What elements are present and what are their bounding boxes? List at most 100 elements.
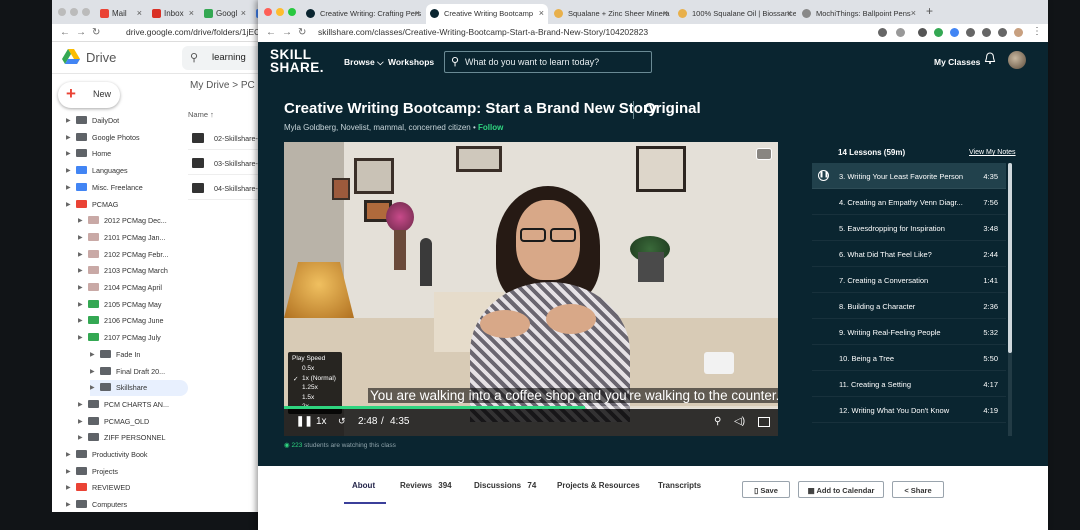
browser-tab[interactable]: 100% Squalane Oil | Biossance × — [674, 4, 796, 24]
tree-item[interactable]: ▶ Home — [66, 146, 176, 162]
new-button[interactable]: + New — [58, 82, 120, 108]
close-tab-icon[interactable]: × — [137, 8, 142, 18]
lesson-item[interactable]: 11. Creating a Setting 4:17 — [812, 371, 1006, 397]
location-pin-icon[interactable]: ⚲ — [714, 416, 721, 427]
name-column-header[interactable]: Name ↑ — [188, 110, 214, 119]
caret-right-icon[interactable]: ▶ — [78, 217, 83, 224]
reading-list-icon[interactable] — [998, 28, 1007, 37]
tree-item[interactable]: ▶ Productivity Book — [66, 447, 176, 463]
bell-icon[interactable] — [984, 52, 996, 68]
caret-right-icon[interactable]: ▶ — [78, 267, 83, 274]
lesson-item[interactable]: 12. Writing What You Don't Know 4:19 — [812, 397, 1006, 423]
tab-projects[interactable]: Projects & Resources — [557, 481, 640, 490]
share-button[interactable]: < Share — [892, 481, 944, 498]
volume-icon[interactable]: ◁) — [734, 416, 745, 427]
video-player[interactable]: You are walking into a coffee shop and y… — [284, 142, 778, 436]
rewind-icon[interactable]: ↺ — [338, 416, 346, 427]
breadcrumb[interactable]: My Drive > PC — [190, 80, 255, 91]
browser-tab[interactable]: Creative Writing Bootcamp × — [426, 4, 548, 24]
caret-right-icon[interactable]: ▶ — [78, 301, 83, 308]
drive-tab[interactable]: Inbox × — [148, 4, 198, 24]
pause-icon[interactable]: ❚❚ — [296, 416, 313, 427]
caret-right-icon[interactable]: ▶ — [66, 150, 71, 157]
bookmark-star-icon[interactable] — [896, 28, 905, 37]
tree-item[interactable]: ▶ 2012 PCMag Dec... — [78, 213, 182, 229]
tree-item[interactable]: ▶ REVIEWED — [66, 480, 176, 496]
reload-icon[interactable]: ↻ — [298, 27, 306, 38]
caret-right-icon[interactable]: ▶ — [78, 234, 83, 241]
tab-about[interactable]: About — [352, 481, 375, 490]
caret-right-icon[interactable]: ▶ — [78, 434, 83, 441]
tree-item[interactable]: ▶ 2102 PCMag Febr... — [78, 247, 182, 263]
file-row[interactable]: 02-Skillshare- — [188, 126, 268, 150]
browser-tab[interactable]: Creative Writing: Crafting Pers × — [302, 4, 424, 24]
minimize-window-dot[interactable] — [276, 8, 284, 16]
drive-tab[interactable]: Mail × — [96, 4, 146, 24]
lesson-item[interactable]: 10. Being a Tree 5:50 — [812, 345, 1006, 371]
tree-item[interactable]: ▶ 2101 PCMag Jan... — [78, 230, 182, 246]
close-window-dot[interactable] — [264, 8, 272, 16]
profile-avatar[interactable] — [1014, 28, 1023, 37]
back-icon[interactable]: ← — [60, 27, 70, 38]
drive-url[interactable]: drive.google.com/drive/folders/1jECgN — [126, 27, 271, 37]
close-tab-icon[interactable]: × — [539, 8, 544, 18]
tree-item[interactable]: ▶ PCM CHARTS AN... — [78, 397, 182, 413]
lesson-item[interactable]: 9. Writing Real-Feeling People 5:32 — [812, 319, 1006, 345]
close-tab-icon[interactable]: × — [787, 8, 792, 18]
tree-item[interactable]: ▶ 2106 PCMag June — [78, 313, 182, 329]
lesson-item[interactable]: 6. What Did That Feel Like? 2:44 — [812, 241, 1006, 267]
tree-item[interactable]: ▶ 2103 PCMag March — [78, 263, 182, 279]
tree-item[interactable]: ▶ Final Draft 20... — [90, 364, 188, 380]
tree-item[interactable]: ▶ 2105 PCMag May — [78, 297, 182, 313]
save-button[interactable]: ▯ Save — [742, 481, 790, 498]
tree-item[interactable]: ▶ ZIFF PERSONNEL — [78, 430, 182, 446]
more-menu-icon[interactable]: ⋮ — [1032, 26, 1042, 37]
speed-option[interactable]: ✓ 1x (Normal) — [293, 375, 336, 383]
browse-menu[interactable]: Browse ⌵ — [344, 57, 384, 68]
speed-button[interactable]: 1x — [316, 416, 327, 427]
tree-item[interactable]: ▶ Languages — [66, 163, 176, 179]
caret-right-icon[interactable]: ▶ — [90, 368, 95, 375]
tab-discussions[interactable]: Discussions 74 — [474, 481, 536, 490]
speed-option[interactable]: 1.25x — [302, 384, 318, 391]
tab-reviews[interactable]: Reviews 394 — [400, 481, 452, 490]
lesson-item[interactable]: 7. Creating a Conversation 1:41 — [812, 267, 1006, 293]
caret-right-icon[interactable]: ▶ — [78, 418, 83, 425]
tree-item[interactable]: ▶ 2104 PCMag April — [78, 280, 182, 296]
teacher-name[interactable]: Myla Goldberg, Novelist, mammal, concern… — [284, 123, 471, 132]
tree-item[interactable]: ▶ Projects — [66, 464, 176, 480]
my-classes-link[interactable]: My Classes — [934, 57, 980, 67]
close-tab-icon[interactable]: × — [415, 8, 420, 18]
tree-item[interactable]: ▶ PCMAG_OLD — [78, 414, 182, 430]
caret-right-icon[interactable]: ▶ — [66, 184, 71, 191]
close-tab-icon[interactable]: × — [241, 8, 246, 18]
lesson-item[interactable]: 5. Eavesdropping for Inspiration 3:48 — [812, 215, 1006, 241]
maximize-window-dot[interactable] — [288, 8, 296, 16]
caret-right-icon[interactable]: ▶ — [66, 134, 71, 141]
user-avatar[interactable] — [1008, 51, 1026, 69]
caret-right-icon[interactable]: ▶ — [78, 317, 83, 324]
tree-item[interactable]: ▶ 2107 PCMag July — [78, 330, 182, 346]
caret-right-icon[interactable]: ▶ — [78, 284, 83, 291]
caret-right-icon[interactable]: ▶ — [66, 117, 71, 124]
skillshare-logo[interactable]: SKILL SHARE. — [270, 48, 324, 75]
puzzle-icon[interactable] — [982, 28, 991, 37]
caret-right-icon[interactable]: ▶ — [78, 251, 83, 258]
extension-icon[interactable] — [878, 28, 887, 37]
view-notes-link[interactable]: View My Notes — [969, 149, 1016, 156]
file-row[interactable]: 03-Skillshare- — [188, 151, 268, 175]
extension-icon[interactable] — [966, 28, 975, 37]
tree-item[interactable]: ▶ Misc. Freelance — [66, 180, 176, 196]
tree-item[interactable]: ▶ PCMAG — [66, 197, 176, 213]
tree-item[interactable]: ▶ Fade In — [90, 347, 188, 363]
lesson-item[interactable]: 8. Building a Character 2:36 — [812, 293, 1006, 319]
picture-in-picture-icon[interactable] — [756, 148, 772, 160]
lesson-item[interactable]: 4. Creating an Empathy Venn Diagr... 7:56 — [812, 189, 1006, 215]
close-tab-icon[interactable]: × — [911, 8, 916, 18]
caret-right-icon[interactable]: ▶ — [90, 384, 95, 391]
add-to-calendar-button[interactable]: ▦ Add to Calendar — [798, 481, 884, 498]
back-icon[interactable]: ← — [266, 27, 276, 38]
caret-right-icon[interactable]: ▶ — [78, 401, 83, 408]
url-text[interactable]: skillshare.com/classes/Creative-Writing-… — [318, 27, 648, 37]
speed-option[interactable]: 1.5x — [302, 394, 314, 401]
